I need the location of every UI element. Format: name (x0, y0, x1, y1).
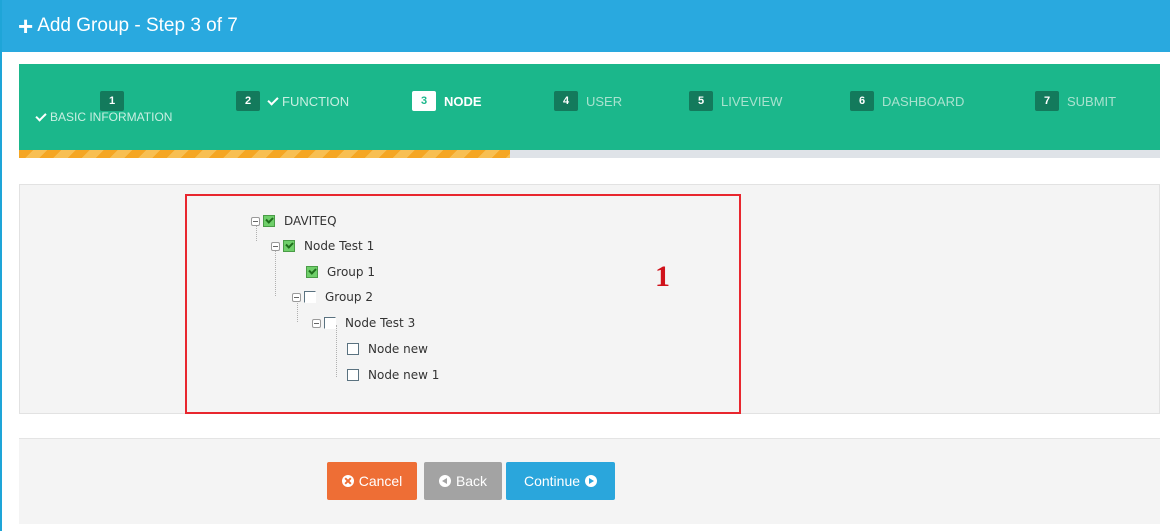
check-icon (267, 93, 279, 106)
cancel-circle-icon (341, 475, 354, 487)
step-label: DASHBOARD (882, 93, 965, 109)
wizard-step-basic-information[interactable]: 1 (100, 91, 132, 111)
wizard-progress-bar (19, 150, 1160, 158)
step-number: 2 (236, 91, 260, 111)
cancel-button[interactable]: Cancel (327, 462, 417, 500)
arrow-left-circle-icon (438, 475, 451, 487)
wizard-step-node[interactable]: 3 NODE (412, 91, 482, 111)
step-number: 3 (412, 91, 436, 111)
plus-icon: + (18, 11, 34, 41)
annotation-highlight-box (185, 194, 741, 414)
step-number: 4 (554, 91, 578, 111)
wizard-steps: 1 2 FUNCTION 3 NODE 4 USER 5 LIVEVIEW 6 … (19, 64, 1160, 150)
step-label-basic-information: BASIC INFORMATION (35, 109, 172, 124)
wizard-step-liveview[interactable]: 5 LIVEVIEW (689, 91, 782, 111)
step-label: NODE (444, 93, 482, 109)
wizard-step-submit[interactable]: 7 SUBMIT (1035, 91, 1116, 111)
step-number: 5 (689, 91, 713, 111)
step-label: FUNCTION (282, 93, 350, 109)
dialog-title: Add Group - Step 3 of 7 (37, 15, 238, 36)
step-number: 7 (1035, 91, 1059, 111)
continue-button[interactable]: Continue (506, 462, 615, 500)
dialog-header: + Add Group - Step 3 of 7 (2, 0, 1170, 52)
wizard-step-user[interactable]: 4 USER (554, 91, 622, 111)
step-number: 6 (850, 91, 874, 111)
step-label: SUBMIT (1067, 93, 1117, 109)
step-label: LIVEVIEW (721, 93, 783, 109)
progress-fill (19, 150, 510, 158)
arrow-right-circle-icon (585, 475, 598, 487)
annotation-marker: 1 (655, 260, 670, 293)
check-icon (35, 109, 47, 122)
back-button[interactable]: Back (424, 462, 502, 500)
wizard-step-dashboard[interactable]: 6 DASHBOARD (850, 91, 964, 111)
step-label: USER (586, 93, 623, 109)
step-number: 1 (100, 91, 124, 111)
wizard-step-function[interactable]: 2 FUNCTION (236, 91, 349, 111)
